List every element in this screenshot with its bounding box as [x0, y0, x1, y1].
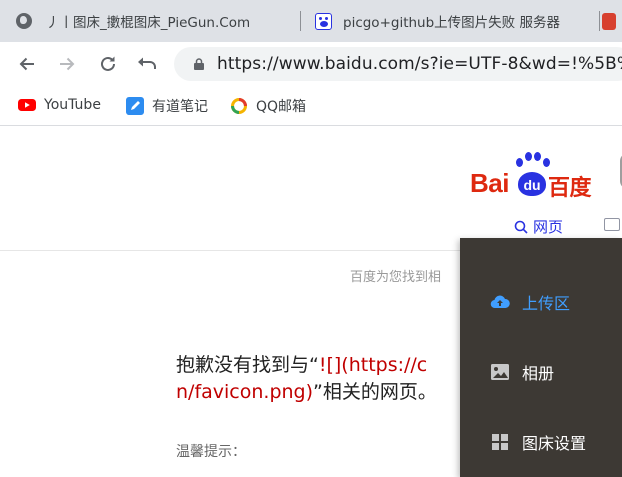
paw-toe [516, 158, 523, 167]
browser-toolbar: https://www.baidu.com/s?ie=UTF-8&wd=!%5B… [0, 42, 622, 86]
picgo-side-menu: 上传区 相册 图床设置 [460, 238, 622, 477]
menu-item-label: 图床设置 [522, 434, 587, 453]
sorry-keyword-cont: n/favicon.png) [176, 381, 314, 403]
logo-du: du [518, 172, 546, 196]
paw-toe [525, 152, 532, 161]
url-text: https://www.baidu.com/s?ie=UTF-8&wd=!%5B… [217, 54, 622, 74]
tab-title: 丿丨图床_擻棍图床_PieGun.Com [46, 15, 251, 31]
paw-toe [534, 152, 541, 161]
undo-button[interactable] [135, 52, 159, 76]
tab-baidu-search[interactable]: picgo+github上传图片失败 服务器 [301, 0, 599, 42]
bookmark-youtube[interactable]: YouTube [18, 96, 101, 114]
globe-icon [16, 13, 32, 29]
hint-title: 温馨提示： [176, 444, 246, 460]
tab-partial[interactable] [600, 0, 622, 42]
bookmark-youdao-note[interactable]: 有道笔记 [126, 96, 208, 116]
menu-item-label: 相册 [522, 364, 555, 383]
bookmark-label: 有道笔记 [152, 99, 208, 115]
tab-web[interactable]: 网页 [514, 216, 563, 237]
tab-title: picgo+github上传图片失败 服务器 [343, 15, 560, 31]
baidu-paw-icon [315, 12, 332, 30]
bookmarks-bar: YouTube 有道笔记 QQ邮箱 [0, 86, 622, 126]
baidu-logo[interactable]: Bai du 百度 [470, 152, 600, 200]
tab-web-label: 网页 [533, 218, 564, 236]
picture-icon [491, 364, 509, 380]
address-bar[interactable]: https://www.baidu.com/s?ie=UTF-8&wd=!%5B… [174, 47, 622, 81]
lock-icon [194, 58, 204, 70]
bookmark-label: QQ邮箱 [256, 99, 307, 115]
red-site-icon [602, 12, 616, 30]
arrow-right-icon [60, 57, 75, 71]
menu-item-pichost-settings[interactable]: 图床设置 [460, 422, 622, 462]
back-button[interactable] [15, 52, 39, 76]
logo-cn: 百度 [548, 175, 592, 200]
result-count-tip: 百度为您找到相 [350, 270, 442, 285]
logo-bai: Bai [470, 168, 509, 198]
paw-toe [543, 158, 550, 167]
bookmark-qq-mail[interactable]: QQ邮箱 [230, 96, 306, 116]
no-results-message: 抱歉没有找到与“![](https://c n/favicon.png)”相关的… [176, 352, 437, 406]
youdao-note-icon [126, 97, 144, 115]
image-tab-icon[interactable] [604, 218, 620, 231]
bookmark-label: YouTube [44, 97, 101, 113]
menu-item-upload[interactable]: 上传区 [460, 282, 622, 322]
sorry-prefix: 抱歉没有找到与“ [176, 354, 319, 376]
cloud-upload-icon [490, 295, 510, 309]
grid-icon [492, 434, 508, 450]
sorry-suffix: ”相关的网页。 [313, 381, 437, 403]
undo-icon [138, 57, 156, 69]
search-icon [514, 220, 528, 234]
qq-mail-icon [230, 97, 248, 115]
menu-item-album[interactable]: 相册 [460, 352, 622, 392]
tab-piegun[interactable]: 丿丨图床_擻棍图床_PieGun.Com [0, 0, 300, 42]
sorry-keyword: ![](https://c [318, 354, 428, 376]
menu-item-label: 上传区 [522, 294, 571, 313]
arrow-left-icon [19, 57, 34, 71]
tab-strip: 丿丨图床_擻棍图床_PieGun.Com picgo+github上传图片失败 … [0, 0, 622, 42]
reload-icon [101, 56, 115, 71]
forward-button[interactable] [55, 52, 79, 76]
youtube-icon [18, 96, 36, 114]
reload-button[interactable] [96, 52, 120, 76]
